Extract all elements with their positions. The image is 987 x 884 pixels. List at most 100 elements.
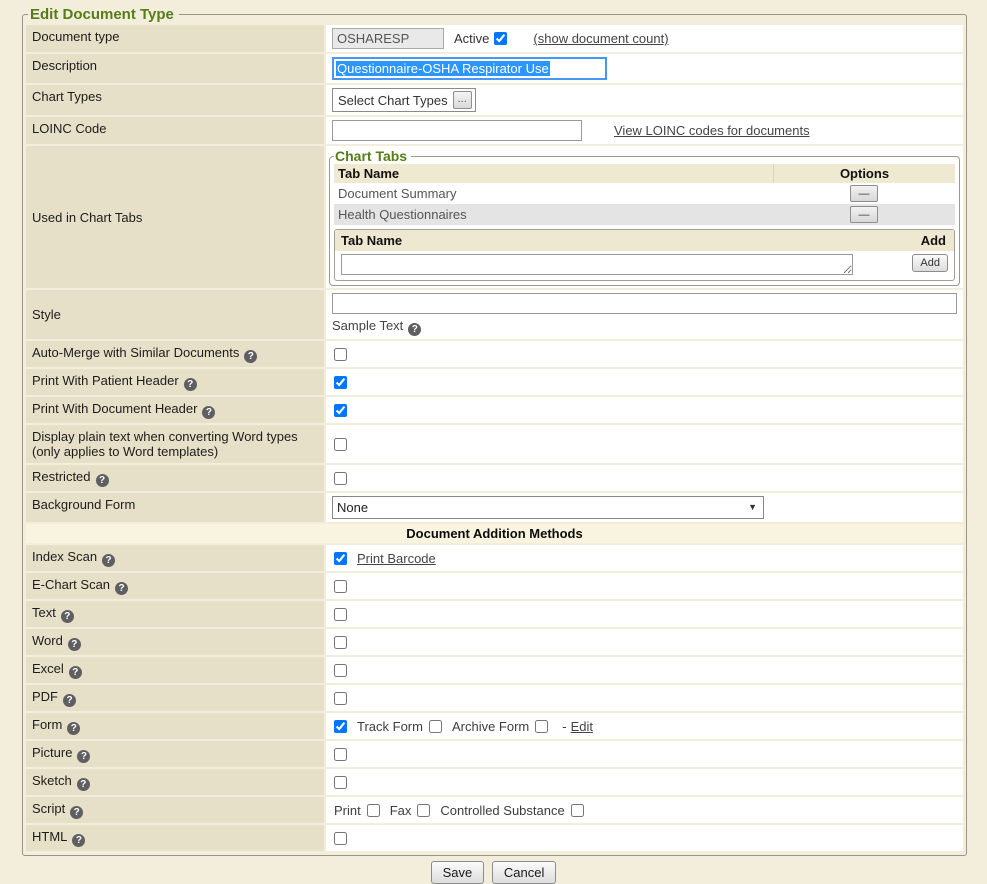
help-icon[interactable]: ? xyxy=(96,474,109,487)
restricted-label: Restricted? xyxy=(26,465,324,491)
table-row: Document Summary — xyxy=(334,183,955,204)
row-word: Word? xyxy=(26,629,963,655)
help-icon[interactable]: ? xyxy=(202,406,215,419)
form-label-text: Form xyxy=(32,717,62,732)
show-document-count-link[interactable]: (show document count) xyxy=(533,31,668,46)
pdf-checkbox[interactable] xyxy=(334,692,347,705)
script-fax-label: Fax xyxy=(390,803,412,818)
background-form-select[interactable]: None xyxy=(332,496,764,519)
row-picture: Picture? xyxy=(26,741,963,767)
auto-merge-label-text: Auto-Merge with Similar Documents xyxy=(32,345,239,360)
script-label: Script? xyxy=(26,797,324,823)
remove-tab-button[interactable]: — xyxy=(850,185,878,202)
help-icon[interactable]: ? xyxy=(69,666,82,679)
help-icon[interactable]: ? xyxy=(77,750,90,763)
chart-types-picker-label: Select Chart Types xyxy=(338,93,448,108)
edit-form-link[interactable]: Edit xyxy=(571,719,593,734)
excel-label: Excel? xyxy=(26,657,324,683)
cancel-button[interactable]: Cancel xyxy=(492,861,556,884)
help-icon[interactable]: ? xyxy=(184,378,197,391)
row-background-form: Background Form None ▼ xyxy=(26,493,963,522)
echart-scan-cell xyxy=(326,573,963,599)
loinc-input[interactable] xyxy=(332,120,582,141)
sketch-label-text: Sketch xyxy=(32,773,72,788)
display-plain-text-label: Display plain text when converting Word … xyxy=(26,425,324,463)
chart-types-picker[interactable]: Select Chart Types ... xyxy=(332,88,476,112)
sketch-checkbox[interactable] xyxy=(334,776,347,789)
track-form-checkbox[interactable] xyxy=(429,720,442,733)
help-icon[interactable]: ? xyxy=(63,694,76,707)
description-input[interactable]: Questionnaire-OSHA Respirator Use xyxy=(332,57,607,80)
auto-merge-label: Auto-Merge with Similar Documents? xyxy=(26,341,324,367)
row-restricted: Restricted? xyxy=(26,465,963,491)
row-document-type: Document type Active (show document coun… xyxy=(26,25,963,52)
help-icon[interactable]: ? xyxy=(115,582,128,595)
print-document-header-label-text: Print With Document Header xyxy=(32,401,197,416)
restricted-cell xyxy=(326,465,963,491)
text-label-text: Text xyxy=(32,605,56,620)
excel-checkbox[interactable] xyxy=(334,664,347,677)
script-print-checkbox[interactable] xyxy=(367,804,380,817)
loinc-label: LOINC Code xyxy=(26,117,324,144)
chart-types-browse-button[interactable]: ... xyxy=(453,91,472,109)
new-tab-name-input[interactable] xyxy=(341,254,853,275)
help-icon[interactable]: ? xyxy=(408,323,421,336)
auto-merge-checkbox[interactable] xyxy=(334,348,347,361)
text-checkbox[interactable] xyxy=(334,608,347,621)
save-button[interactable]: Save xyxy=(431,861,485,884)
help-icon[interactable]: ? xyxy=(68,638,81,651)
index-scan-label: Index Scan? xyxy=(26,545,324,571)
help-icon[interactable]: ? xyxy=(77,778,90,791)
script-label-text: Script xyxy=(32,801,65,816)
echart-scan-checkbox[interactable] xyxy=(334,580,347,593)
html-label-text: HTML xyxy=(32,829,67,844)
style-label: Style xyxy=(26,290,324,339)
document-type-input xyxy=(332,28,444,49)
word-checkbox[interactable] xyxy=(334,636,347,649)
print-patient-header-label-text: Print With Patient Header xyxy=(32,373,179,388)
add-tab-header: Tab Name Add xyxy=(335,230,954,251)
background-form-label: Background Form xyxy=(26,493,324,522)
pdf-cell xyxy=(326,685,963,711)
display-plain-text-checkbox[interactable] xyxy=(334,438,347,451)
form-cell: Track Form Archive Form - Edit xyxy=(326,713,963,739)
archive-form-checkbox[interactable] xyxy=(535,720,548,733)
document-type-cell: Active (show document count) xyxy=(326,25,963,52)
controlled-substance-checkbox[interactable] xyxy=(571,804,584,817)
print-document-header-checkbox[interactable] xyxy=(334,404,347,417)
style-input[interactable] xyxy=(332,293,957,314)
picture-checkbox[interactable] xyxy=(334,748,347,761)
index-scan-checkbox[interactable] xyxy=(334,552,347,565)
tab-options-cell: — xyxy=(773,205,955,225)
add-tab-button[interactable]: Add xyxy=(912,254,948,272)
help-icon[interactable]: ? xyxy=(72,834,85,847)
form-checkbox[interactable] xyxy=(334,720,347,733)
script-fax-checkbox[interactable] xyxy=(417,804,430,817)
remove-tab-button[interactable]: — xyxy=(850,206,878,223)
restricted-checkbox[interactable] xyxy=(334,472,347,485)
row-used-in-chart-tabs: Used in Chart Tabs Chart Tabs Tab Name O… xyxy=(26,146,963,288)
view-loinc-codes-link[interactable]: View LOINC codes for documents xyxy=(614,123,810,138)
row-pdf: PDF? xyxy=(26,685,963,711)
print-document-header-label: Print With Document Header? xyxy=(26,397,324,423)
row-loinc-code: LOINC Code View LOINC codes for document… xyxy=(26,117,963,144)
row-chart-types: Chart Types Select Chart Types ... xyxy=(26,85,963,115)
sample-text: Sample Text xyxy=(332,318,403,333)
row-style: Style Sample Text? xyxy=(26,290,963,339)
print-patient-header-checkbox[interactable] xyxy=(334,376,347,389)
help-icon[interactable]: ? xyxy=(70,806,83,819)
footer-buttons: Save Cancel xyxy=(0,861,987,884)
row-script: Script? Print Fax Controlled Substance xyxy=(26,797,963,823)
html-label: HTML? xyxy=(26,825,324,851)
chart-tabs-fieldset: Chart Tabs Tab Name Options Document Sum… xyxy=(329,148,960,286)
help-icon[interactable]: ? xyxy=(102,554,115,567)
help-icon[interactable]: ? xyxy=(61,610,74,623)
print-barcode-link[interactable]: Print Barcode xyxy=(357,551,436,566)
active-checkbox[interactable] xyxy=(494,32,507,45)
row-sketch: Sketch? xyxy=(26,769,963,795)
chart-tabs-table-header: Tab Name Options xyxy=(334,164,955,183)
chart-tabs-title: Chart Tabs xyxy=(334,148,411,164)
help-icon[interactable]: ? xyxy=(67,722,80,735)
tab-name-column-header: Tab Name xyxy=(334,164,773,183)
help-icon[interactable]: ? xyxy=(244,350,257,363)
